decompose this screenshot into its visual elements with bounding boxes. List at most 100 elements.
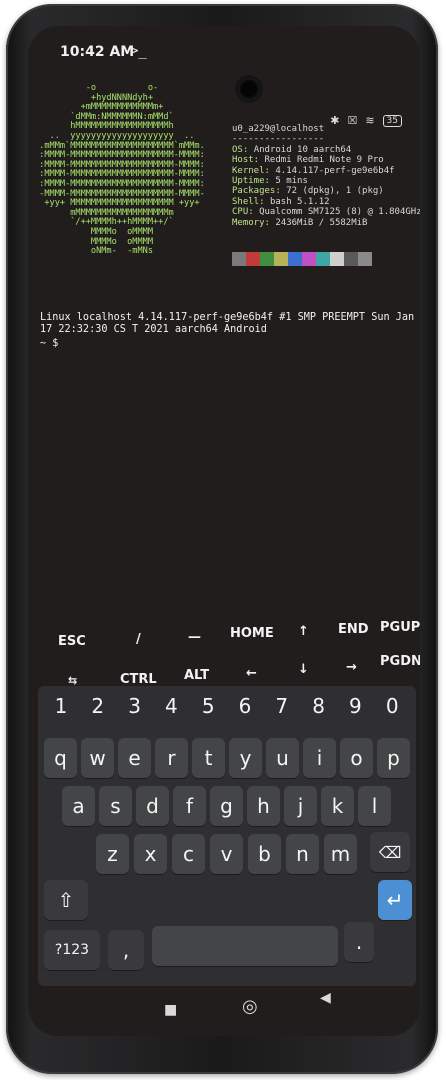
dash-key[interactable]: — <box>188 630 201 645</box>
letter-key-o[interactable]: o <box>340 738 373 778</box>
info-row: Uptime: 5 mins <box>232 176 308 186</box>
letter-key-a[interactable]: a <box>62 786 95 826</box>
color-swatch <box>246 252 260 266</box>
letter-key-e[interactable]: e <box>118 738 151 778</box>
info-row: OS: Android 10 aarch64 <box>232 145 351 155</box>
recents-button[interactable]: ■ <box>164 1002 177 1018</box>
info-value: bash 5.1.12 <box>269 196 330 207</box>
color-swatch <box>344 252 358 266</box>
letter-key-h[interactable]: h <box>247 786 280 826</box>
back-button[interactable]: ◀ <box>320 990 331 1006</box>
info-row: Packages: 72 (dpkg), 1 (pkg) <box>232 186 384 196</box>
pgdn-key[interactable]: PGDN <box>380 654 420 669</box>
info-row: Host: Redmi Redmi Note 9 Pro <box>232 155 384 165</box>
symbols-key[interactable]: ?123 <box>44 930 100 970</box>
color-swatches <box>232 252 372 266</box>
period-key[interactable]: . <box>344 922 374 962</box>
letter-key-i[interactable]: i <box>303 738 336 778</box>
comma-key[interactable]: , <box>108 930 144 970</box>
color-swatch <box>288 252 302 266</box>
color-swatch <box>232 252 246 266</box>
home-key[interactable]: HOME <box>230 626 274 641</box>
up-arrow-key[interactable]: ↑ <box>298 624 309 639</box>
number-key[interactable]: 3 <box>120 694 150 718</box>
separator: ----------------- <box>232 134 325 145</box>
info-key: Kernel: <box>232 165 276 176</box>
terminal-prompt[interactable]: ~ $ <box>40 338 58 349</box>
letter-key-w[interactable]: w <box>81 738 114 778</box>
letter-key-t[interactable]: t <box>192 738 225 778</box>
number-key[interactable]: 5 <box>193 694 223 718</box>
letter-key-x[interactable]: x <box>134 834 167 874</box>
color-swatch <box>316 252 330 266</box>
info-row: Shell: bash 5.1.12 <box>232 197 330 207</box>
number-key[interactable]: 2 <box>83 694 113 718</box>
info-key: Packages: <box>232 186 287 197</box>
letter-key-p[interactable]: p <box>377 738 410 778</box>
letter-key-m[interactable]: m <box>324 834 357 874</box>
color-swatch <box>302 252 316 266</box>
letter-key-f[interactable]: f <box>173 786 206 826</box>
end-key[interactable]: END <box>338 622 369 637</box>
system-info: u0_a229@localhost ----------------- OS: … <box>232 124 420 228</box>
home-button[interactable]: ◎ <box>242 996 258 1017</box>
info-key: Memory: <box>232 217 276 228</box>
terminal-notification-icon: >_ <box>130 43 147 59</box>
esc-key[interactable]: ESC <box>58 634 86 649</box>
info-value: Qualcomm SM7125 (8) @ 1.804GHz <box>259 207 420 218</box>
backspace-key[interactable]: ⌫ <box>370 832 410 872</box>
number-key[interactable]: 8 <box>304 694 334 718</box>
space-key[interactable] <box>152 926 338 966</box>
letter-key-g[interactable]: g <box>210 786 243 826</box>
info-value: Redmi Redmi Note 9 Pro <box>264 155 384 166</box>
shift-key[interactable]: ⇧ <box>44 880 88 920</box>
color-swatch <box>358 252 372 266</box>
terminal-output[interactable]: Linux localhost 4.14.117-perf-ge9e6b4f #… <box>40 312 420 336</box>
pgup-key[interactable]: PGUP <box>380 620 420 635</box>
status-bar: 10:42 AM >_ <box>28 26 420 74</box>
down-arrow-key[interactable]: ↓ <box>298 662 309 677</box>
info-row: CPU: Qualcomm SM7125 (8) @ 1.804GHz <box>232 207 420 217</box>
color-swatch <box>330 252 344 266</box>
color-swatch <box>260 252 274 266</box>
alt-key[interactable]: ALT <box>184 668 209 683</box>
info-value: 5 mins <box>275 176 308 187</box>
color-swatch <box>274 252 288 266</box>
status-time: 10:42 AM <box>60 44 135 60</box>
letter-key-l[interactable]: l <box>358 786 391 826</box>
right-arrow-key[interactable]: → <box>346 660 357 675</box>
letter-key-z[interactable]: z <box>96 834 129 874</box>
letter-key-c[interactable]: c <box>172 834 205 874</box>
front-camera <box>238 78 260 100</box>
enter-key[interactable]: ↵ <box>378 880 412 920</box>
letter-key-n[interactable]: n <box>286 834 319 874</box>
slash-key[interactable]: / <box>136 632 141 647</box>
letter-key-k[interactable]: k <box>321 786 354 826</box>
left-arrow-key[interactable]: ← <box>246 666 257 681</box>
letter-key-r[interactable]: r <box>155 738 188 778</box>
info-value: Android 10 aarch64 <box>253 144 352 155</box>
info-value: 4.14.117-perf-ge9e6b4f <box>275 165 395 176</box>
number-key[interactable]: 0 <box>377 694 407 718</box>
info-value: 2436MiB / 5582MiB <box>275 217 368 228</box>
screen: 10:42 AM >_ ✱ ☒ ≋ 35 -o o- +hydNNNNdyh+ … <box>28 26 420 1036</box>
info-key: Host: <box>232 155 265 166</box>
info-key: Uptime: <box>232 176 276 187</box>
letter-key-j[interactable]: j <box>284 786 317 826</box>
extra-keys-bar: ESC / — HOME ↑ END PGUP ⇆ CTRL ALT ← ↓ →… <box>28 614 420 687</box>
soft-keyboard: 1234567890 qwertyuiop asdfghjkl zxcvbnm … <box>38 686 416 986</box>
letter-key-b[interactable]: b <box>248 834 281 874</box>
number-key[interactable]: 9 <box>340 694 370 718</box>
ctrl-key[interactable]: CTRL <box>120 672 157 687</box>
number-key[interactable]: 1 <box>46 694 76 718</box>
letter-key-s[interactable]: s <box>99 786 132 826</box>
info-row: Memory: 2436MiB / 5582MiB <box>232 218 367 228</box>
letter-key-v[interactable]: v <box>210 834 243 874</box>
number-key[interactable]: 6 <box>230 694 260 718</box>
letter-key-q[interactable]: q <box>44 738 77 778</box>
number-key[interactable]: 4 <box>156 694 186 718</box>
number-key[interactable]: 7 <box>267 694 297 718</box>
letter-key-d[interactable]: d <box>136 786 169 826</box>
letter-key-u[interactable]: u <box>266 738 299 778</box>
letter-key-y[interactable]: y <box>229 738 262 778</box>
